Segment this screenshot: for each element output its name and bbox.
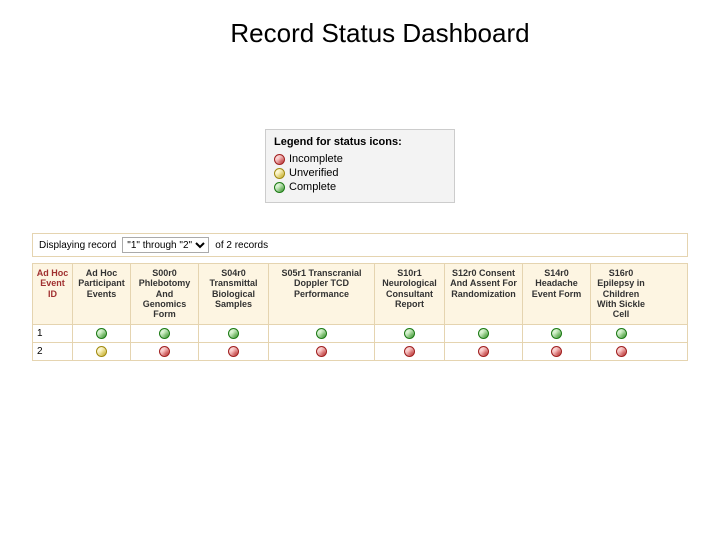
- status-dot-red-icon: [478, 346, 489, 357]
- status-cell[interactable]: [131, 343, 199, 360]
- status-dot-green-icon: [551, 328, 562, 339]
- status-cell[interactable]: [199, 343, 269, 360]
- status-dot-red-icon: [404, 346, 415, 357]
- col-header[interactable]: S00r0 Phlebotomy And Genomics Form: [131, 264, 199, 324]
- legend-item-unverified: Unverified: [274, 166, 446, 180]
- row-id-cell[interactable]: 2: [33, 343, 73, 360]
- legend-item-incomplete: Incomplete: [274, 152, 446, 166]
- col-header[interactable]: S16r0 Epilepsy in Children With Sickle C…: [591, 264, 651, 324]
- column-header-row: Ad Hoc Event ID Ad Hoc Participant Event…: [32, 263, 688, 325]
- status-dot-red-icon: [551, 346, 562, 357]
- display-record-bar: Displaying record "1" through "2" of 2 r…: [32, 233, 688, 257]
- status-cell[interactable]: [445, 343, 523, 360]
- status-cell[interactable]: [523, 325, 591, 342]
- col-header[interactable]: Ad Hoc Participant Events: [73, 264, 131, 324]
- status-cell[interactable]: [523, 343, 591, 360]
- display-prefix: Displaying record: [39, 240, 116, 251]
- status-cell[interactable]: [591, 325, 651, 342]
- col-header[interactable]: S04r0 Transmittal Biological Samples: [199, 264, 269, 324]
- record-range-select[interactable]: "1" through "2": [122, 237, 209, 253]
- legend-item-complete: Complete: [274, 180, 446, 194]
- status-cell[interactable]: [269, 343, 375, 360]
- status-cell[interactable]: [131, 325, 199, 342]
- status-dot-red-icon: [316, 346, 327, 357]
- table-row: 1: [32, 325, 688, 343]
- status-dot-green-icon: [616, 328, 627, 339]
- status-cell[interactable]: [375, 325, 445, 342]
- legend-label: Incomplete: [289, 153, 343, 165]
- status-dot-green-icon: [159, 328, 170, 339]
- legend-label: Complete: [289, 181, 336, 193]
- display-suffix: of 2 records: [215, 240, 268, 251]
- status-dot-yellow-icon: [274, 168, 285, 179]
- status-dot-yellow-icon: [96, 346, 107, 357]
- status-dot-green-icon: [228, 328, 239, 339]
- col-header[interactable]: S10r1 Neurological Consultant Report: [375, 264, 445, 324]
- status-dot-green-icon: [404, 328, 415, 339]
- status-cell[interactable]: [591, 343, 651, 360]
- row-id-cell[interactable]: 1: [33, 325, 73, 342]
- status-cell[interactable]: [73, 343, 131, 360]
- col-header[interactable]: S12r0 Consent And Assent For Randomizati…: [445, 264, 523, 324]
- col-header-id[interactable]: Ad Hoc Event ID: [33, 264, 73, 324]
- status-cell[interactable]: [445, 325, 523, 342]
- status-dot-red-icon: [159, 346, 170, 357]
- legend-label: Unverified: [289, 167, 339, 179]
- status-cell[interactable]: [199, 325, 269, 342]
- legend-title: Legend for status icons:: [274, 136, 446, 148]
- status-dot-green-icon: [96, 328, 107, 339]
- status-dot-red-icon: [228, 346, 239, 357]
- col-header[interactable]: S14r0 Headache Event Form: [523, 264, 591, 324]
- status-cell[interactable]: [375, 343, 445, 360]
- table-row: 2: [32, 343, 688, 361]
- status-dot-green-icon: [274, 182, 285, 193]
- page-title: Record Status Dashboard: [40, 18, 720, 49]
- status-dot-red-icon: [274, 154, 285, 165]
- status-dot-green-icon: [316, 328, 327, 339]
- legend-box: Legend for status icons: Incomplete Unve…: [265, 129, 455, 203]
- status-cell[interactable]: [269, 325, 375, 342]
- col-header[interactable]: S05r1 Transcranial Doppler TCD Performan…: [269, 264, 375, 324]
- status-dot-red-icon: [616, 346, 627, 357]
- status-dot-green-icon: [478, 328, 489, 339]
- status-cell[interactable]: [73, 325, 131, 342]
